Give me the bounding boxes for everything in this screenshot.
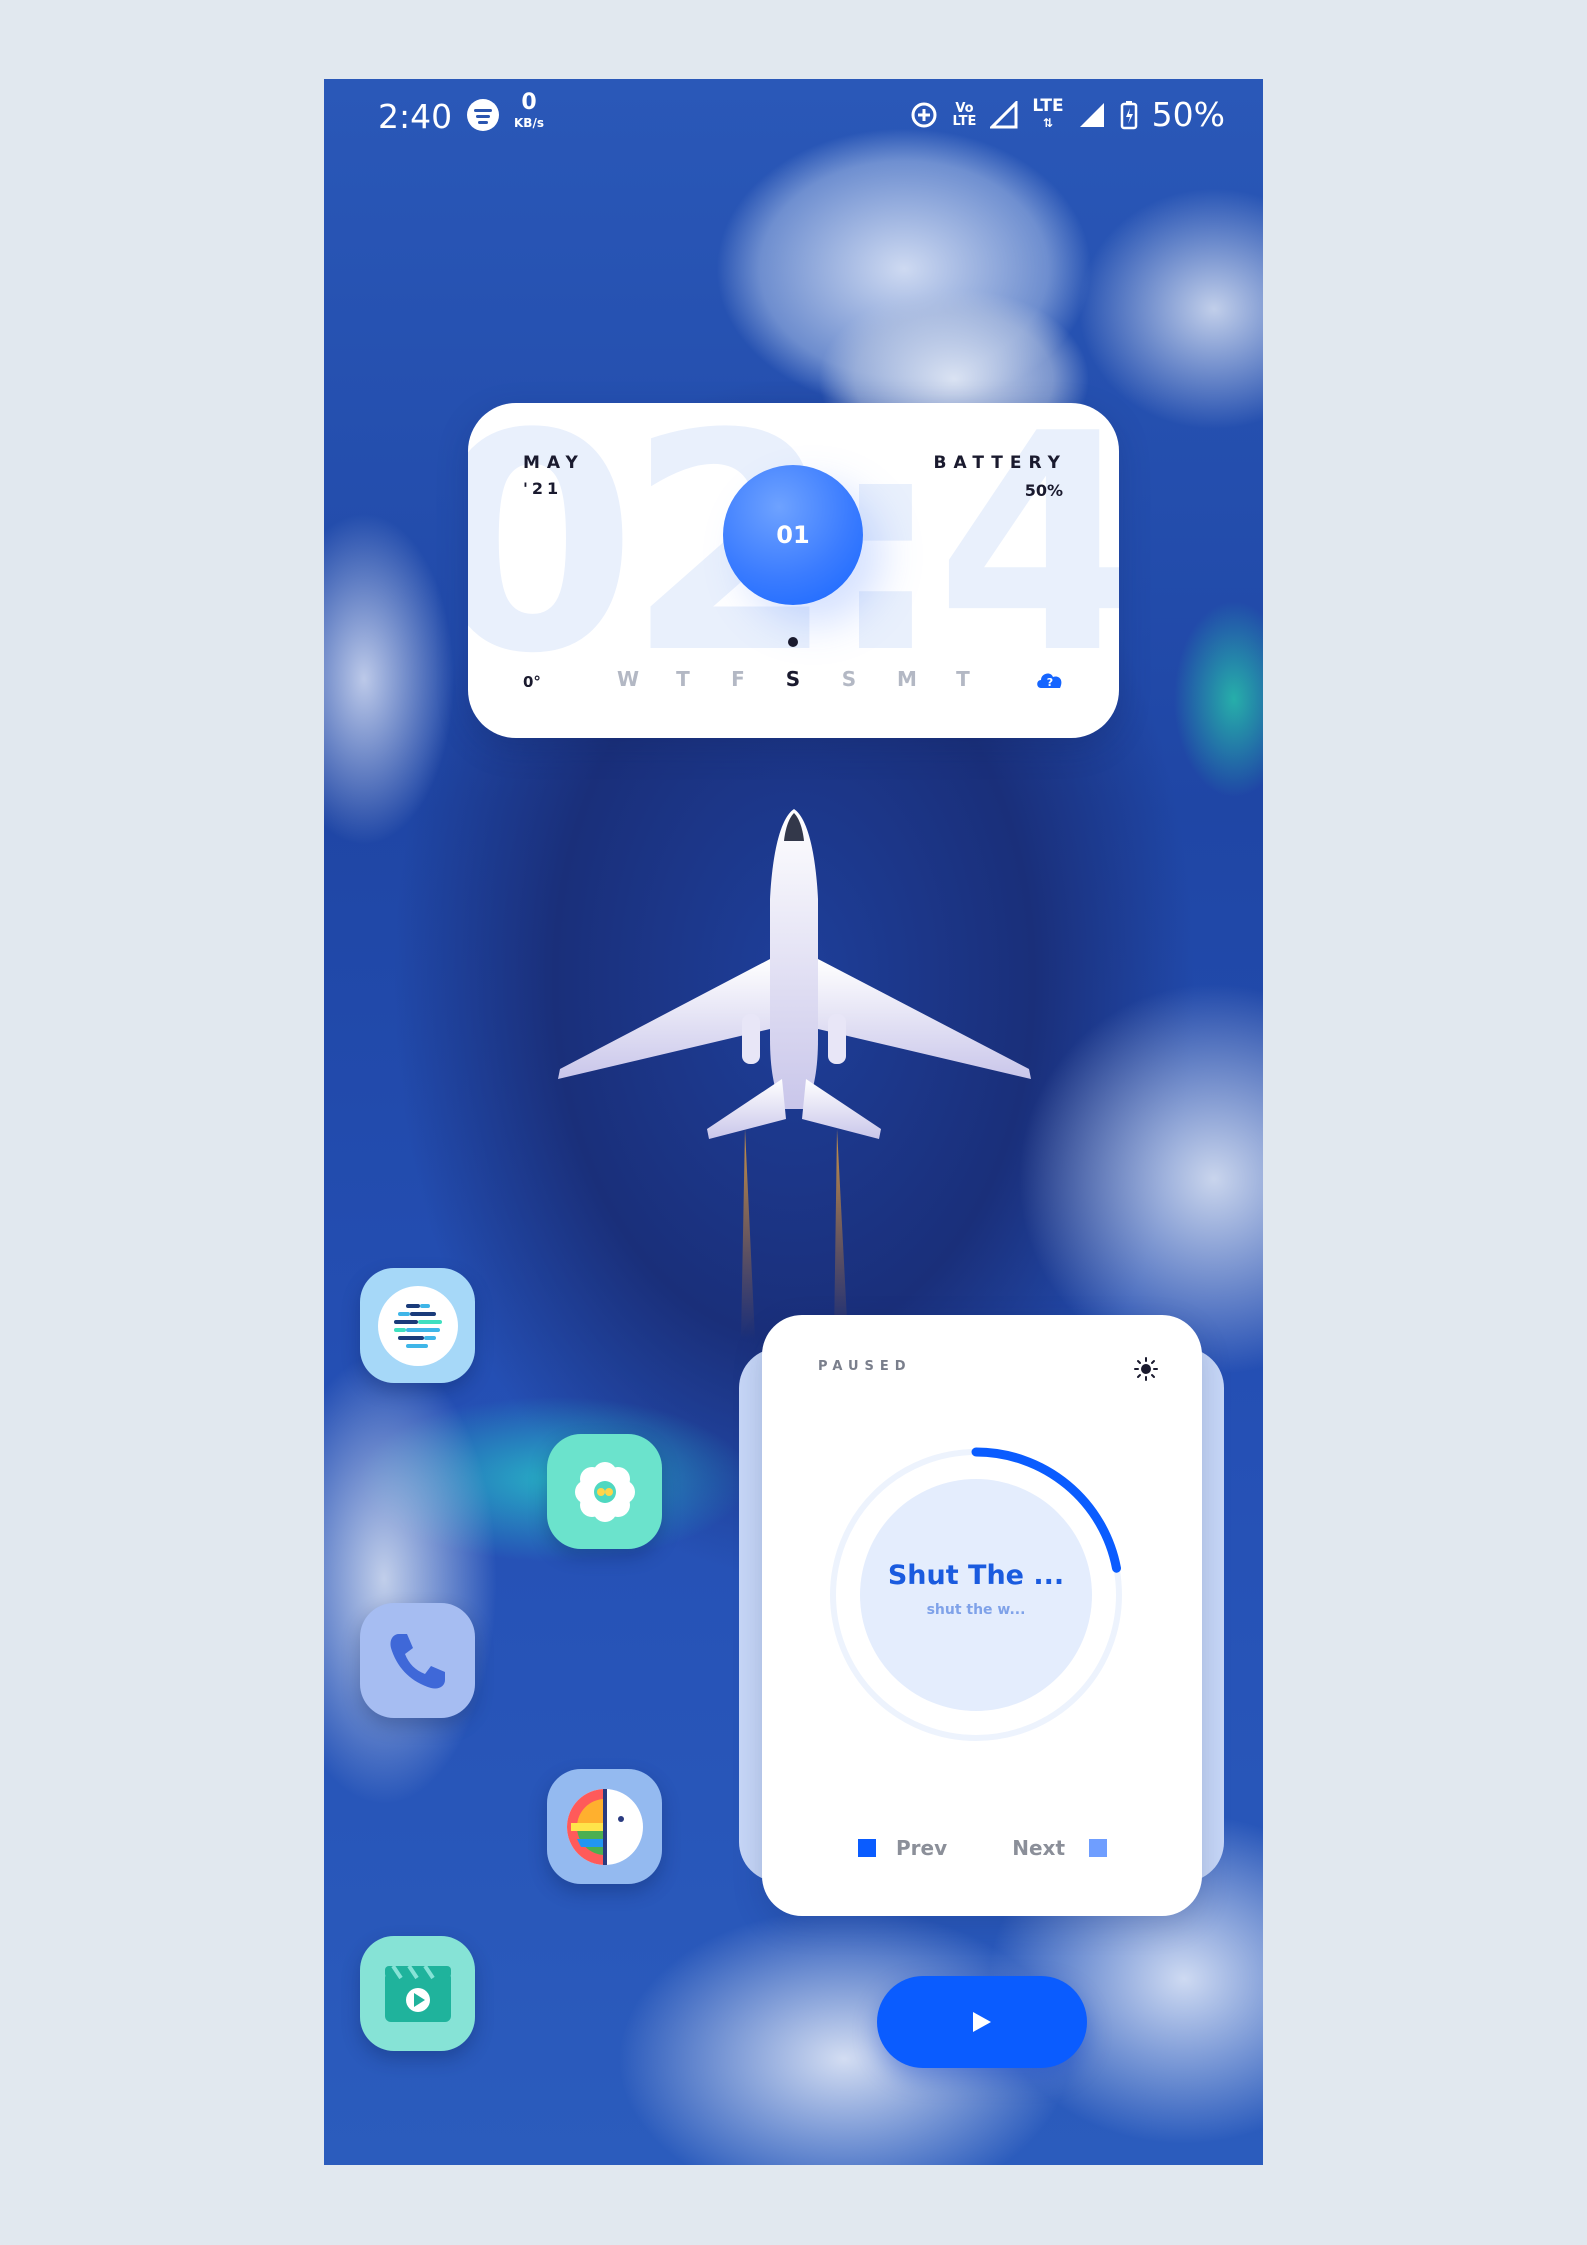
track-title: Shut The ... (887, 1560, 1065, 1591)
signal-icon (1079, 102, 1104, 127)
status-icons: Vo LTE LTE ⇅ 50% (909, 95, 1225, 134)
next-button[interactable]: Next (1012, 1836, 1107, 1860)
weekday-label: T (676, 667, 690, 691)
svg-text:?: ? (1047, 676, 1053, 689)
weekday-row: W T F S S M T (468, 667, 1119, 697)
progress-ring-graphic (830, 1447, 1122, 1741)
phone-screen: 2:40 0 KB/s Vo LTE LTE ⇅ 50% MAY '21 BAT… (324, 79, 1263, 2165)
month-label: MAY (523, 453, 585, 473)
weekday-label: T (956, 667, 970, 691)
prev-button[interactable]: Prev (858, 1836, 947, 1860)
weekday-label-active: S (785, 667, 801, 691)
battery-value: 50% (1024, 481, 1063, 500)
net-speed-unit: KB/s (514, 116, 544, 130)
battery-percent: 50% (1151, 95, 1225, 134)
sun-icon[interactable] (1134, 1357, 1158, 1381)
weekday-label: W (616, 667, 640, 691)
next-square-icon (1089, 1839, 1107, 1857)
current-day-indicator (788, 637, 798, 647)
phone-glyph (389, 1633, 445, 1689)
status-bar: 2:40 0 KB/s Vo LTE LTE ⇅ 50% (324, 79, 1263, 155)
flower-glyph (574, 1461, 635, 1522)
podcast-glyph (377, 1285, 458, 1366)
progress-ring[interactable]: Shut The ... shut the w... (826, 1435, 1146, 1755)
play-icon (973, 2012, 991, 2032)
data-saver-icon (911, 102, 937, 127)
phone-icon[interactable] (360, 1603, 475, 1718)
prev-label: Prev (896, 1836, 948, 1860)
signal-icon (990, 100, 1018, 128)
weekday-label: M (897, 667, 917, 691)
prev-square-icon (858, 1839, 876, 1857)
music-widget[interactable]: PAUSED Shut The ... shut the w... Prev N… (762, 1315, 1202, 1916)
track-artist: shut the w... (926, 1602, 1026, 1618)
net-speed: 0 KB/s (514, 92, 544, 131)
battery-label: BATTERY (933, 453, 1067, 473)
play-button[interactable] (877, 1976, 1087, 2068)
cloud-unknown-icon[interactable]: ? (1035, 668, 1065, 690)
next-label: Next (1012, 1836, 1065, 1860)
settings-flower-icon[interactable] (547, 1434, 662, 1549)
volte-icon: Vo LTE (953, 102, 977, 128)
spotify-icon (467, 99, 499, 131)
status-time: 2:40 (378, 97, 453, 136)
playback-status: PAUSED (818, 1359, 912, 1374)
photos-glyph (566, 1788, 643, 1865)
clock-widget[interactable]: 02:40 MAY '21 BATTERY 50% 01 0° W T F S … (468, 403, 1119, 738)
clapper-glyph (384, 1964, 451, 2022)
photos-app-icon[interactable] (547, 1769, 662, 1884)
battery-charging-icon (1120, 100, 1137, 129)
volte-lte-text: LTE (952, 113, 977, 129)
weekday-label: S (841, 667, 857, 691)
date-bubble: 01 (723, 465, 863, 605)
net-speed-value: 0 (521, 90, 537, 115)
weekday-label: F (731, 667, 745, 691)
lte-text: LTE (1032, 96, 1064, 116)
year-label: '21 (523, 479, 563, 498)
lte-icon: LTE ⇅ (1032, 96, 1064, 131)
video-clapper-icon[interactable] (360, 1936, 475, 2051)
podcast-app-icon[interactable] (360, 1268, 475, 1383)
